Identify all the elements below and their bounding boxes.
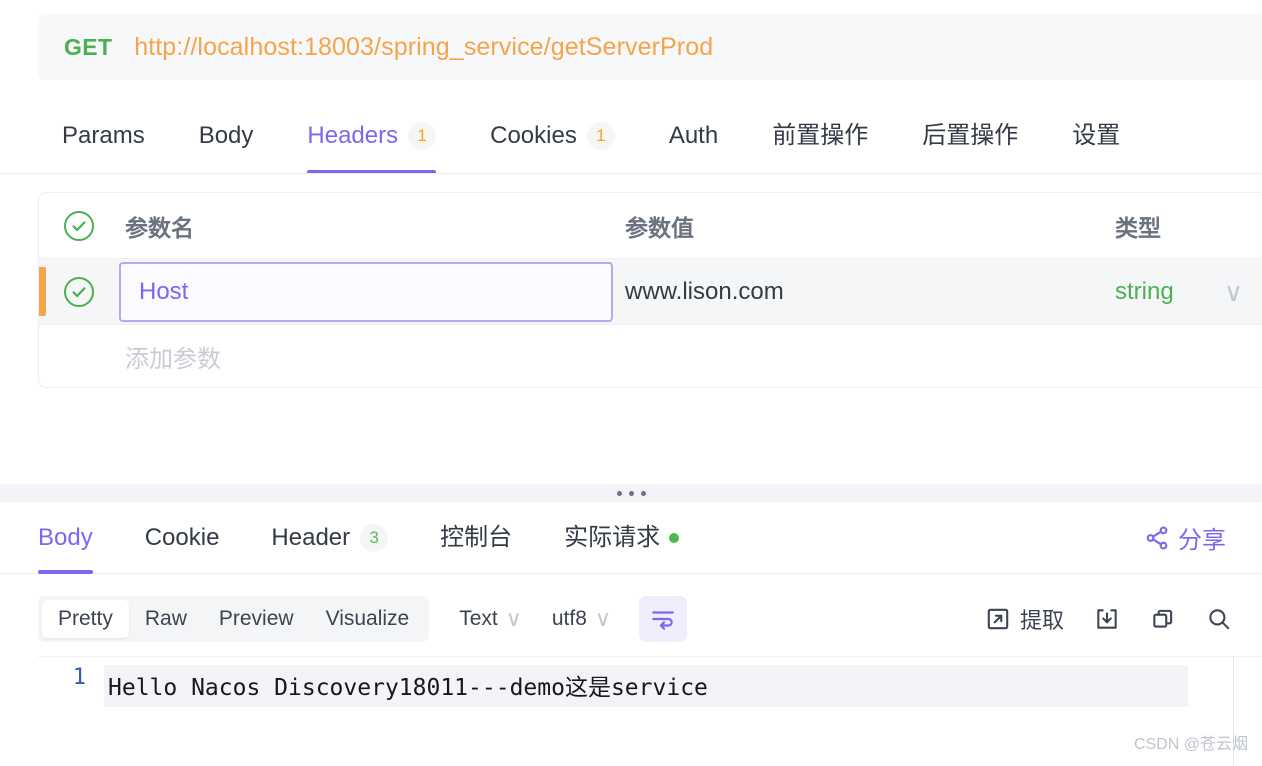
row-checkbox-cell[interactable] <box>39 276 119 307</box>
view-mode-pretty[interactable]: Pretty <box>42 600 129 638</box>
word-wrap-icon <box>650 606 676 632</box>
response-body-line[interactable]: Hello Nacos Discovery18011---demo这是servi… <box>104 665 1188 707</box>
encoding-select[interactable]: utf8 ∨ <box>552 607 611 631</box>
format-select[interactable]: Text ∨ <box>459 607 522 631</box>
check-circle-icon[interactable] <box>64 210 94 241</box>
resp-tab-body[interactable]: Body <box>38 502 93 574</box>
resp-tab-header-badge: 3 <box>360 523 389 552</box>
response-tool-actions: 提取 <box>985 603 1232 635</box>
chevron-down-icon[interactable]: ∨ <box>1224 279 1243 305</box>
tab-auth-label: Auth <box>668 121 719 149</box>
api-client-window: GET http://localhost:18003/spring_servic… <box>0 0 1262 766</box>
tab-auth[interactable]: Auth <box>668 98 719 173</box>
line-number: 1 <box>72 665 86 690</box>
view-mode-preview[interactable]: Preview <box>203 600 310 638</box>
drag-handle-icon[interactable] <box>616 490 646 496</box>
encoding-select-value: utf8 <box>551 607 587 630</box>
select-all-cell[interactable] <box>39 210 119 241</box>
tab-pre-operation-label: 前置操作 <box>772 121 869 149</box>
tab-cookies[interactable]: Cookies 1 <box>490 98 615 173</box>
view-mode-segmented-control: Pretty Raw Preview Visualize <box>38 596 430 642</box>
request-tab-bar: Params Body Headers 1 Cookies 1 Auth 前置操… <box>0 98 1262 174</box>
response-body-editor[interactable]: 1 Hello Nacos Discovery18011---demo这是ser… <box>38 656 1262 766</box>
view-mode-raw[interactable]: Raw <box>129 600 203 638</box>
response-body-content[interactable]: Hello Nacos Discovery18011---demo这是servi… <box>104 657 1262 766</box>
tab-params-label: Params <box>62 121 145 149</box>
status-dot-icon <box>669 532 680 543</box>
url-bar[interactable]: GET http://localhost:18003/spring_servic… <box>38 14 1262 80</box>
tab-post-operation-label: 后置操作 <box>922 121 1019 149</box>
column-header-value: 参数值 <box>615 209 1103 243</box>
extract-icon <box>985 606 1011 632</box>
chevron-down-icon: ∨ <box>505 606 522 631</box>
request-url-text[interactable]: http://localhost:18003/spring_service/ge… <box>134 33 713 62</box>
param-type-cell[interactable]: string ∨ <box>1103 278 1262 306</box>
share-icon <box>1144 525 1170 551</box>
tab-cookies-badge: 1 <box>586 121 615 150</box>
resp-tab-cookie-label: Cookie <box>144 523 220 551</box>
tab-post-operation[interactable]: 后置操作 <box>922 98 1019 173</box>
resp-tab-header[interactable]: Header 3 <box>271 502 389 574</box>
tab-params[interactable]: Params <box>62 98 145 173</box>
share-button-label: 分享 <box>1178 527 1226 554</box>
view-mode-visualize[interactable]: Visualize <box>310 600 426 638</box>
resp-tab-actual-request[interactable]: 实际请求 <box>564 502 680 574</box>
response-tab-bar: Body Cookie Header 3 控制台 实际请求 分享 <box>0 502 1262 574</box>
table-header-row: 参数名 参数值 类型 <box>39 193 1262 259</box>
resp-tab-console-label: 控制台 <box>440 523 513 551</box>
share-button[interactable]: 分享 <box>1144 520 1226 555</box>
download-icon <box>1094 606 1120 632</box>
chevron-down-icon: ∨ <box>594 606 612 631</box>
add-param-placeholder[interactable]: 添加参数 <box>39 339 221 374</box>
table-row[interactable]: Host www.lison.com string ∨ <box>39 259 1262 325</box>
tab-headers-badge: 1 <box>408 121 437 150</box>
word-wrap-toggle[interactable] <box>639 596 688 642</box>
column-header-type-label: 类型 <box>1115 214 1161 241</box>
tab-headers[interactable]: Headers 1 <box>307 98 437 173</box>
tab-settings-label: 设置 <box>1072 121 1121 149</box>
copy-icon <box>1150 606 1176 632</box>
param-value-cell[interactable]: www.lison.com <box>615 278 1103 306</box>
column-header-name-label: 参数名 <box>125 214 194 241</box>
format-select-value: Text <box>459 607 498 630</box>
resp-tab-body-label: Body <box>38 523 93 551</box>
response-body-toolbar: Pretty Raw Preview Visualize Text ∨ utf8… <box>0 588 1262 650</box>
request-method-label[interactable]: GET <box>64 34 112 61</box>
column-header-value-label: 参数值 <box>625 214 694 241</box>
param-name-cell[interactable]: Host <box>119 261 615 322</box>
add-param-row[interactable]: 添加参数 <box>39 325 1262 387</box>
extract-button-label: 提取 <box>1019 608 1064 633</box>
param-name-input[interactable]: Host <box>119 261 613 322</box>
search-button[interactable] <box>1206 606 1232 632</box>
line-number-gutter: 1 <box>38 657 104 766</box>
resp-tab-cookie[interactable]: Cookie <box>145 502 220 574</box>
watermark: CSDN @苍云烟 <box>1133 736 1248 753</box>
extract-button[interactable]: 提取 <box>985 603 1064 635</box>
resp-tab-header-label: Header <box>271 523 351 551</box>
download-button[interactable] <box>1094 606 1120 632</box>
tab-settings[interactable]: 设置 <box>1072 98 1121 173</box>
tab-cookies-label: Cookies <box>490 121 577 149</box>
search-icon <box>1206 606 1232 632</box>
resp-tab-actual-request-label: 实际请求 <box>564 523 661 551</box>
column-header-type: 类型 <box>1103 209 1262 243</box>
row-active-marker <box>39 267 46 316</box>
column-header-name: 参数名 <box>119 209 615 243</box>
param-type-value[interactable]: string <box>1103 278 1174 306</box>
copy-button[interactable] <box>1150 606 1176 632</box>
tab-body[interactable]: Body <box>198 98 254 173</box>
check-circle-icon[interactable] <box>64 276 94 307</box>
resp-tab-console[interactable]: 控制台 <box>440 502 512 574</box>
tab-headers-label: Headers <box>307 121 399 149</box>
tab-pre-operation[interactable]: 前置操作 <box>772 98 869 173</box>
headers-param-table: 参数名 参数值 类型 Host www.lison.com string ∨ 添… <box>38 192 1262 388</box>
tab-body-label: Body <box>198 121 254 149</box>
panel-splitter[interactable] <box>0 484 1262 502</box>
param-value-input[interactable]: www.lison.com <box>615 278 1103 306</box>
